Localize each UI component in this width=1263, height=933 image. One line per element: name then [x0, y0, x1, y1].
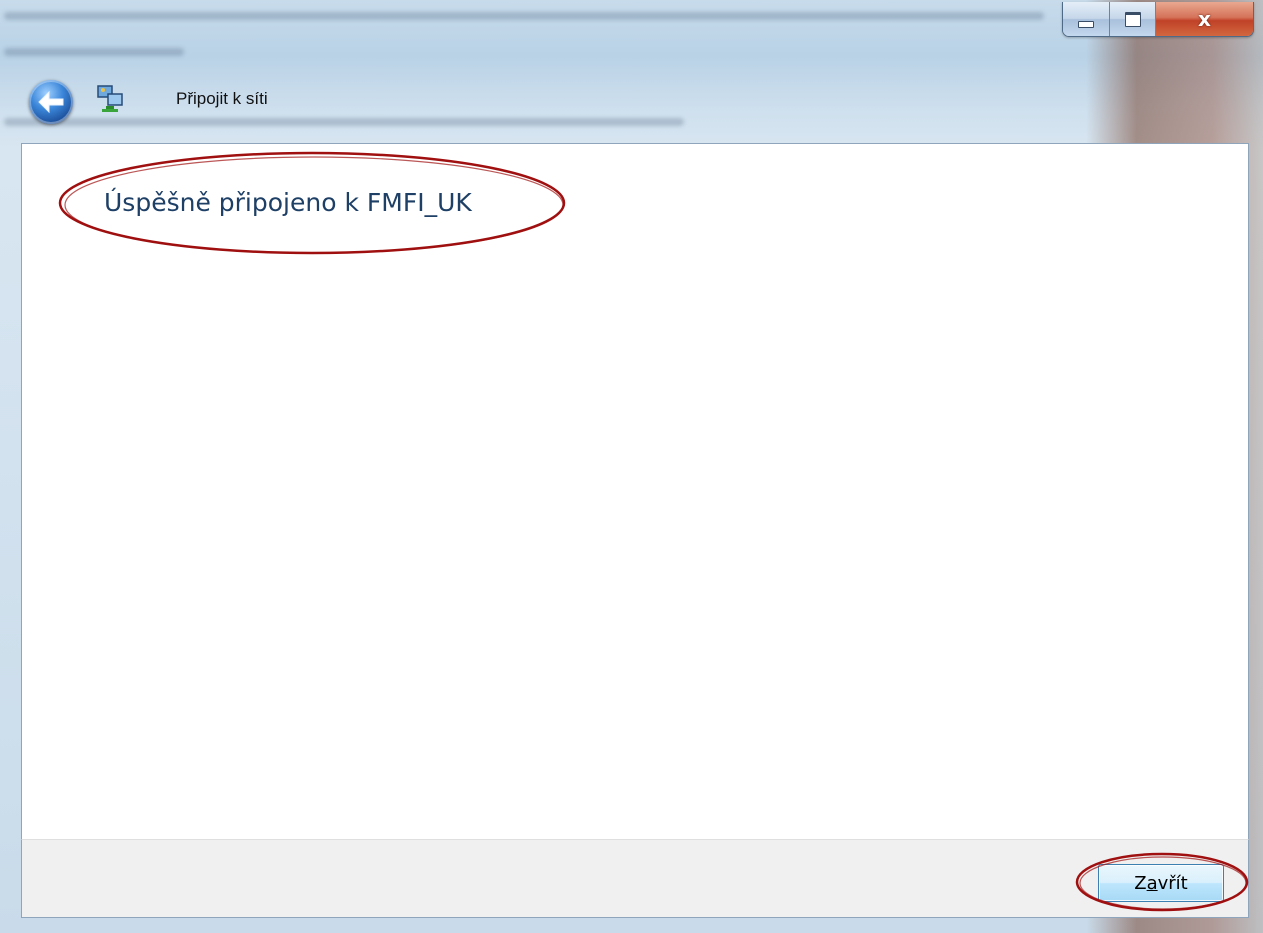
- back-arrow-icon: [38, 90, 64, 114]
- background-blur: [4, 118, 684, 126]
- back-button[interactable]: [29, 80, 73, 124]
- footer-bar: [21, 839, 1249, 918]
- minimize-icon: [1078, 20, 1094, 28]
- close-icon: x: [1198, 7, 1211, 31]
- network-icon: [97, 85, 123, 112]
- window-title: Připojit k síti: [176, 89, 268, 108]
- maximize-icon: [1124, 11, 1141, 27]
- maximize-button[interactable]: [1110, 2, 1156, 36]
- background-blur: [4, 48, 184, 56]
- content-panel: [21, 143, 1249, 839]
- minimize-button[interactable]: [1063, 2, 1110, 36]
- close-button-label-prefix: Z: [1134, 872, 1147, 894]
- close-button[interactable]: Za vřít: [1098, 864, 1224, 902]
- close-window-button[interactable]: x: [1156, 2, 1253, 36]
- caption-buttons: x: [1062, 2, 1254, 37]
- background-blur: [4, 12, 1044, 20]
- success-message: Úspěšně připojeno k FMFI_UK: [104, 188, 472, 217]
- close-button-accelerator: a: [1146, 872, 1158, 894]
- close-button-label-suffix: vřít: [1157, 872, 1188, 894]
